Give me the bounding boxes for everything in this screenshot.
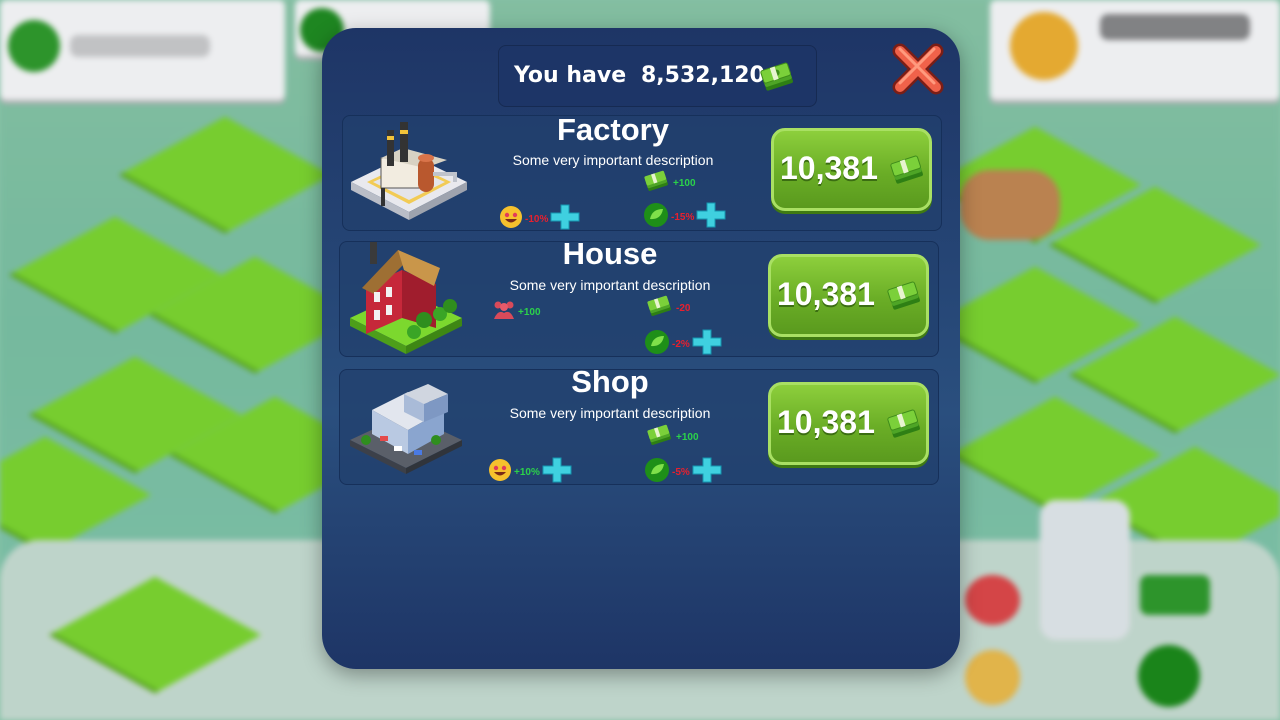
- plus-icon: [550, 204, 580, 234]
- stat-ecology-value: -5%: [672, 466, 690, 478]
- factory-icon: [347, 116, 473, 232]
- stat-ecology: -5%: [644, 457, 722, 487]
- stat-ecology: -15%: [643, 202, 726, 232]
- stat-money: +100: [643, 170, 696, 196]
- stat-ecology: -2%: [644, 329, 722, 359]
- plus-icon: [692, 329, 722, 359]
- balance-display: You have 8,532,120: [498, 45, 817, 107]
- stat-happiness-value: -10%: [525, 213, 549, 225]
- balance-value: 8,532,120: [641, 63, 765, 88]
- happy-face-icon: [499, 205, 523, 233]
- item-name: Factory: [557, 112, 669, 147]
- item-description: Some very important description: [509, 277, 711, 293]
- cash-icon: [646, 295, 674, 321]
- cash-icon: [887, 281, 923, 315]
- shop-item-shop: Shop Some very important description +10…: [339, 364, 939, 487]
- build-shop-dialog: You have 8,532,120 Factory Some very imp…: [322, 28, 960, 669]
- item-name: Shop: [571, 364, 649, 399]
- item-price: 10,381: [777, 276, 875, 312]
- leaf-icon: [644, 329, 670, 359]
- shop-item-factory: Factory Some very important description …: [342, 112, 942, 234]
- buy-factory-button[interactable]: 10,381: [771, 128, 932, 211]
- plus-icon: [696, 202, 726, 232]
- stat-money-value: -20: [676, 302, 691, 314]
- item-description: Some very important description: [509, 405, 711, 421]
- stat-ecology-value: -2%: [672, 338, 690, 350]
- people-icon: [492, 299, 516, 325]
- shop-item-house: House Some very important description +1…: [339, 236, 939, 359]
- close-button[interactable]: [888, 39, 948, 99]
- stat-population-value: +100: [518, 306, 541, 318]
- plus-icon: [542, 457, 572, 487]
- item-name: House: [562, 236, 658, 271]
- stat-money-value: +100: [673, 177, 696, 189]
- cash-icon: [887, 409, 923, 443]
- stat-happiness: -10%: [499, 204, 580, 234]
- item-price: 10,381: [777, 404, 875, 440]
- stat-ecology-value: -15%: [671, 211, 695, 223]
- house-icon: [344, 240, 470, 358]
- cash-icon: [643, 170, 671, 196]
- buy-house-button[interactable]: 10,381: [768, 254, 929, 337]
- buy-shop-button[interactable]: 10,381: [768, 382, 929, 465]
- cash-icon: [890, 155, 926, 189]
- leaf-icon: [643, 202, 669, 232]
- balance-label: You have: [514, 63, 627, 88]
- happy-face-icon: [488, 458, 512, 486]
- leaf-icon: [644, 457, 670, 487]
- item-price: 10,381: [780, 150, 878, 186]
- stat-money: +100: [646, 424, 699, 450]
- cash-icon: [646, 424, 674, 450]
- stat-happiness-value: +10%: [514, 466, 540, 478]
- close-x-icon: [892, 43, 944, 95]
- stat-population: +100: [492, 299, 541, 325]
- item-description: Some very important description: [512, 152, 714, 168]
- plus-icon: [692, 457, 722, 487]
- cash-icon: [760, 62, 796, 98]
- stat-money: -20: [646, 295, 690, 321]
- shop-building-icon: [344, 370, 470, 486]
- stat-money-value: +100: [676, 431, 699, 443]
- stat-happiness: +10%: [488, 457, 572, 487]
